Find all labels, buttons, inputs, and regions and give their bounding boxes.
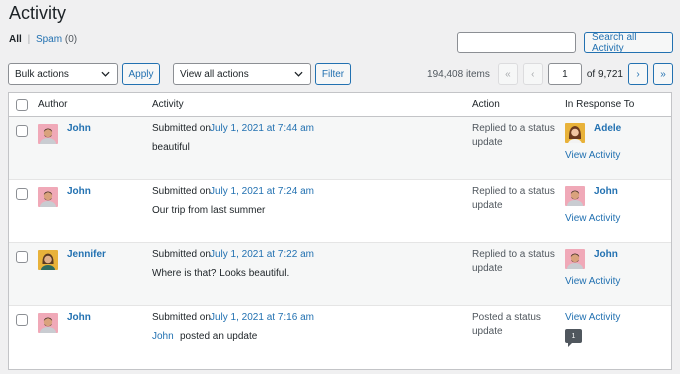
filter-separator: | [27,34,31,45]
apply-button[interactable]: Apply [122,63,160,85]
activity-content: Our trip from last summer [152,205,266,216]
submitted-on-label: Submitted on [152,312,211,323]
chevron-down-icon [99,71,111,77]
table-row: John Submitted on July 1, 2021 at 7:44 a… [9,117,671,180]
view-actions-select[interactable]: View all actions [173,63,311,85]
comment-count-badge[interactable]: 1 [565,329,582,347]
response-author-name[interactable]: John [594,185,618,199]
submitted-on-label: Submitted on [152,123,211,134]
action-type: Replied to a status update [472,249,555,274]
action-type: Replied to a status update [472,123,555,148]
action-type: Replied to a status update [472,186,555,211]
view-activity-link[interactable]: View Activity [565,275,620,289]
bulk-actions-select[interactable]: Bulk actions [8,63,118,85]
row-checkbox[interactable] [16,125,28,137]
view-activity-link[interactable]: View Activity [565,149,620,163]
author-name[interactable]: John [67,185,91,199]
author-name[interactable]: Jennifer [67,248,106,262]
first-page-button: « [497,63,518,85]
tablenav-top: Bulk actions Apply View all actions Filt… [8,63,673,86]
filter-spam-link[interactable]: Spam [36,34,62,45]
submitted-date-link[interactable]: July 1, 2021 at 7:22 am [210,248,314,262]
author-avatar [38,250,58,270]
activity-content: Where is that? Looks beautiful. [152,268,290,279]
bulk-actions-label: Bulk actions [15,68,69,80]
view-actions-label: View all actions [180,68,249,80]
column-action: Action [472,99,500,110]
filter-button[interactable]: Filter [315,63,351,85]
table-row: John Submitted on July 1, 2021 at 7:24 a… [9,180,671,243]
search-box: Search all Activity [457,32,673,54]
activity-content-author-link[interactable]: John [152,330,174,344]
row-checkbox[interactable] [16,188,28,200]
next-page-button[interactable]: › [628,63,648,85]
current-page-input[interactable]: 1 [547,63,582,85]
table-row: John Submitted on July 1, 2021 at 7:16 a… [9,306,671,369]
chevron-down-icon [292,71,304,77]
filter-all-link[interactable]: All [9,34,22,45]
response-avatar [565,123,585,143]
column-activity: Activity [152,99,184,110]
column-author: Author [38,99,68,110]
view-activity-link[interactable]: View Activity [565,212,620,226]
response-avatar [565,186,585,206]
total-pages: of 9,721 [586,68,623,80]
row-checkbox[interactable] [16,314,28,326]
activity-content: posted an update [180,331,258,342]
view-activity-link[interactable]: View Activity [565,311,620,325]
filter-spam-count: (0) [64,34,78,45]
response-author-name[interactable]: John [594,248,618,262]
action-type: Posted a status update [472,312,541,337]
activity-content: beautiful [152,142,190,153]
response-author-name[interactable]: Adele [594,122,621,136]
response-avatar [565,249,585,269]
search-activity-button[interactable]: Search all Activity [584,32,673,54]
activity-table: Author Activity Action In Response To Jo… [8,92,672,370]
table-row: Jennifer Submitted on July 1, 2021 at 7:… [9,243,671,306]
prev-page-button: ‹ [522,63,543,85]
submitted-date-link[interactable]: July 1, 2021 at 7:16 am [210,311,314,325]
author-name[interactable]: John [67,311,91,325]
submitted-on-label: Submitted on [152,186,211,197]
author-avatar [38,313,58,333]
column-in-response-to: In Response To [565,99,635,110]
author-avatar [38,187,58,207]
page-title: Activity [9,3,67,23]
author-avatar [38,124,58,144]
select-all-checkbox[interactable] [16,99,28,111]
last-page-button[interactable]: » [653,63,673,85]
submitted-date-link[interactable]: July 1, 2021 at 7:44 am [210,122,314,136]
view-filters: All | Spam (0) [9,34,77,45]
table-header: Author Activity Action In Response To [9,93,671,117]
search-input[interactable] [457,32,576,53]
items-count: 194,408 items [427,68,490,80]
row-checkbox[interactable] [16,251,28,263]
author-name[interactable]: John [67,122,91,136]
submitted-date-link[interactable]: July 1, 2021 at 7:24 am [210,185,314,199]
submitted-on-label: Submitted on [152,249,211,260]
pagination: 194,408 items « ‹ 1 of 9,721 › » [427,63,673,85]
